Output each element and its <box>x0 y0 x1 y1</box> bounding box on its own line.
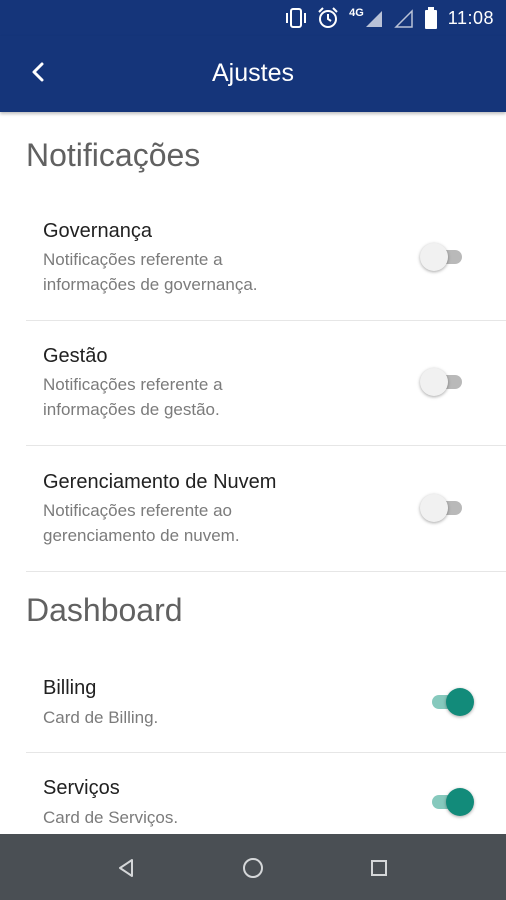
setting-description-line2: gerenciamento de nuvem. <box>43 526 240 545</box>
nav-home-button[interactable] <box>233 848 273 888</box>
network-type-label: 4G <box>349 7 364 19</box>
signal-empty-icon <box>393 9 413 28</box>
home-circle-icon <box>243 858 263 878</box>
signal-icon <box>365 11 382 27</box>
gerenciamento-nuvem-toggle[interactable] <box>420 493 466 523</box>
section-header-notificacoes: Notificações <box>26 137 201 173</box>
gestao-toggle[interactable] <box>420 367 466 397</box>
setting-title: Serviços <box>43 777 120 799</box>
toggle-thumb <box>420 494 448 522</box>
toggle-thumb <box>420 368 448 396</box>
servicos-toggle[interactable] <box>428 787 474 817</box>
governanca-toggle[interactable] <box>420 242 466 272</box>
status-bar: 4G 11:08 <box>0 0 506 36</box>
setting-description-line2: informações de gestão. <box>43 400 220 419</box>
setting-description-line2: informações de governança. <box>43 275 258 294</box>
setting-title: Gerenciamento de Nuvem <box>43 471 277 493</box>
setting-item-gerenciamento-nuvem[interactable]: Gerenciamento de Nuvem Notificações refe… <box>0 446 506 571</box>
section-header-dashboard: Dashboard <box>26 592 183 628</box>
page-title: Ajustes <box>212 59 294 87</box>
billing-toggle[interactable] <box>428 687 474 717</box>
toggle-thumb <box>446 788 474 816</box>
toggle-thumb <box>420 243 448 271</box>
setting-title: Gestão <box>43 345 108 367</box>
setting-title: Billing <box>43 677 97 699</box>
setting-description-line1: Notificações referente a <box>43 375 223 394</box>
app-bar: Ajustes <box>0 36 506 112</box>
setting-title: Governança <box>43 220 152 242</box>
setting-description-line1: Notificações referente ao <box>43 501 232 520</box>
vibrate-icon <box>286 8 307 28</box>
alarm-icon <box>318 7 338 28</box>
setting-item-servicos[interactable]: Serviços Card de Serviços. <box>0 753 506 834</box>
nav-recents-button[interactable] <box>359 848 399 888</box>
setting-item-gestao[interactable]: Gestão Notificações referente a informaç… <box>0 321 506 445</box>
toggle-thumb <box>446 688 474 716</box>
recents-square-icon <box>371 860 387 876</box>
settings-list[interactable]: Notificações Governança Notificações ref… <box>0 112 506 834</box>
status-time: 11:08 <box>447 7 494 28</box>
setting-description: Card de Billing. <box>43 708 159 727</box>
setting-description-line1: Notificações referente a <box>43 250 223 269</box>
divider <box>26 571 506 572</box>
system-nav-bar <box>0 834 506 900</box>
status-icons: 4G 11:08 <box>285 6 494 30</box>
nav-back-button[interactable] <box>106 848 146 888</box>
setting-item-governanca[interactable]: Governança Notificações referente a info… <box>0 202 506 320</box>
setting-item-billing[interactable]: Billing Card de Billing. <box>0 657 506 752</box>
battery-icon <box>424 7 437 29</box>
back-triangle-icon <box>119 859 133 877</box>
setting-description: Card de Serviços. <box>43 808 179 827</box>
